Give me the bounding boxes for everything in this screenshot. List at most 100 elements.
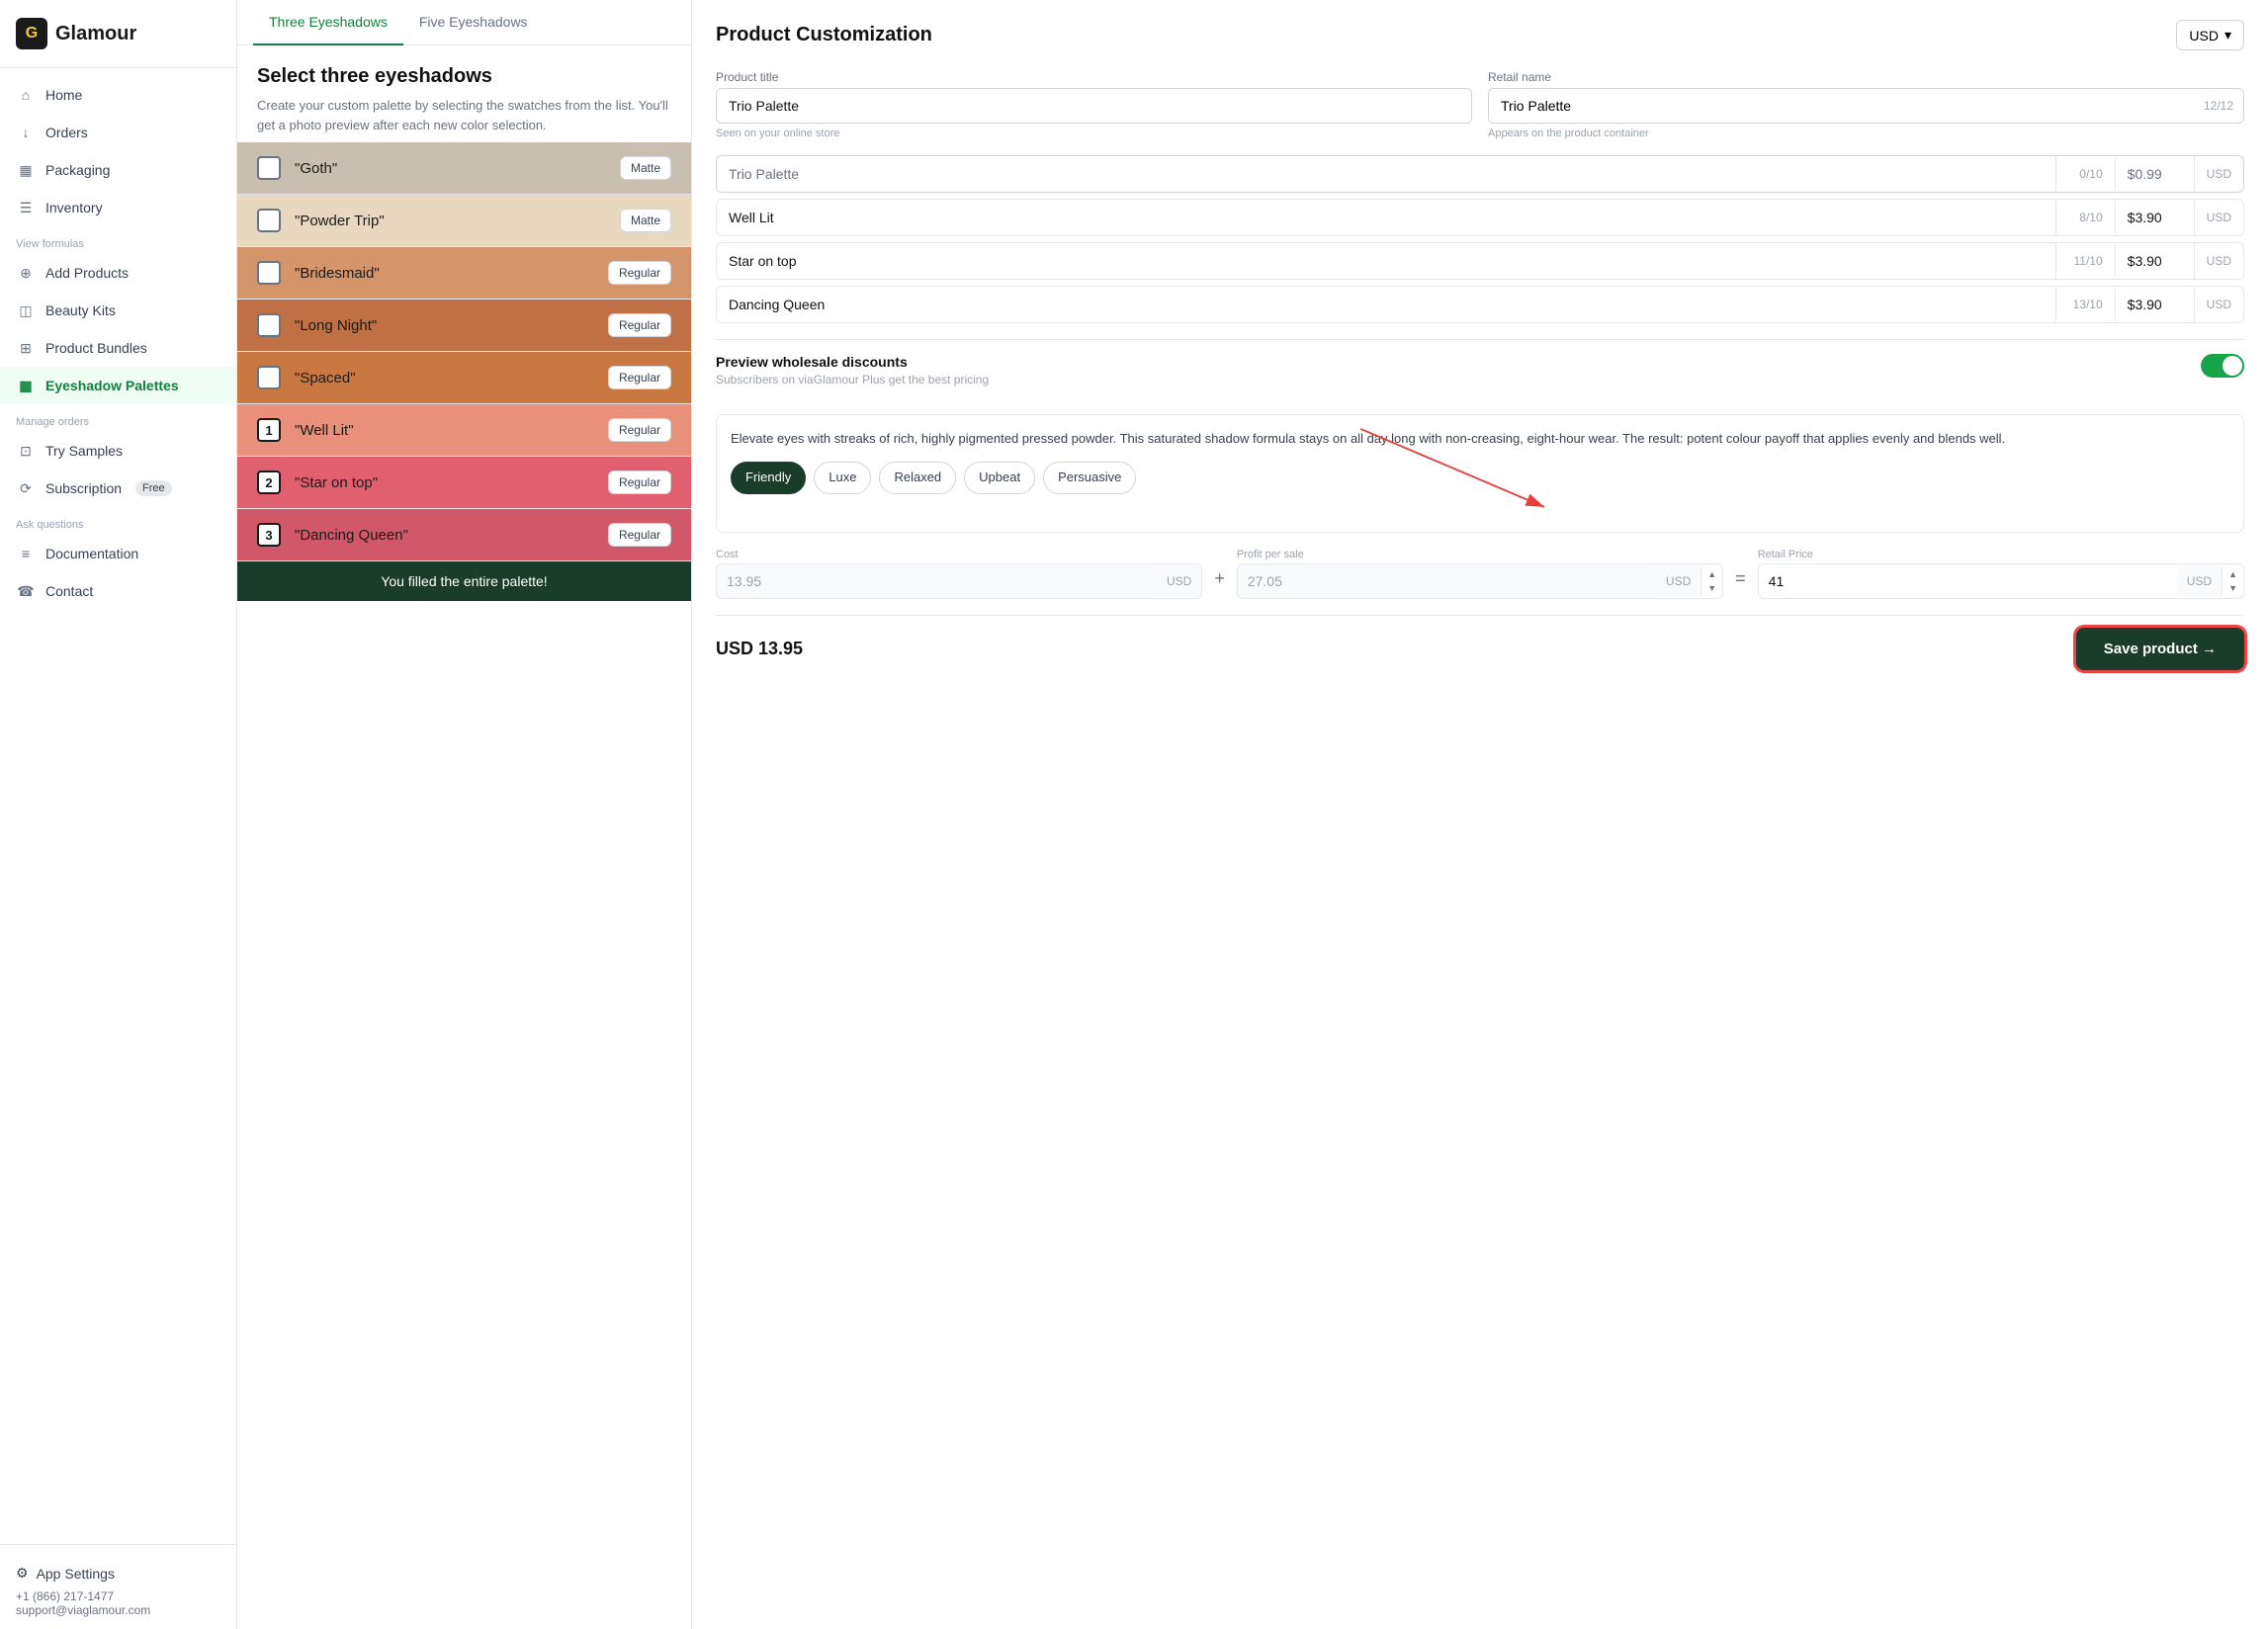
retail-currency: USD bbox=[2177, 565, 2222, 597]
sidebar-item-subscription[interactable]: ⟳ Subscription Free bbox=[0, 470, 236, 507]
retail-down-arrow[interactable]: ▼ bbox=[2226, 581, 2239, 595]
pricing-currency-2: USD bbox=[2195, 244, 2243, 278]
discount-toggle-row: Preview wholesale discounts Subscribers … bbox=[716, 339, 2244, 400]
sidebar-item-product-bundles[interactable]: ⊞ Product Bundles bbox=[0, 329, 236, 367]
description-text: Elevate eyes with streaks of rich, highl… bbox=[731, 429, 2229, 450]
shade-spaced[interactable]: "Spaced" Regular bbox=[237, 352, 691, 404]
pricing-name-2: Star on top bbox=[717, 243, 2056, 279]
shade-type-well-lit: Regular bbox=[608, 418, 671, 442]
footer-email: support@viaglamour.com bbox=[16, 1603, 220, 1617]
profit-input[interactable] bbox=[1238, 564, 1656, 598]
shade-powder-trip[interactable]: "Powder Trip" Matte bbox=[237, 195, 691, 247]
sidebar-nav: ⌂ Home ↓ Orders ▦ Packaging ☰ Inventory … bbox=[0, 68, 236, 1544]
shade-name-goth: "Goth" bbox=[295, 160, 620, 177]
shade-long-night[interactable]: "Long Night" Regular bbox=[237, 300, 691, 352]
discount-label: Preview wholesale discounts bbox=[716, 354, 989, 370]
retail-name-hint: Appears on the product container bbox=[1488, 128, 2244, 139]
retail-name-input-group: 12/12 bbox=[1488, 88, 2244, 124]
product-title-input[interactable] bbox=[716, 88, 1472, 124]
shade-well-lit[interactable]: 1 "Well Lit" Regular bbox=[237, 404, 691, 457]
retail-name-count: 12/12 bbox=[2194, 90, 2243, 122]
shade-checkbox-bridesmaid[interactable] bbox=[257, 261, 281, 285]
tone-tag-upbeat[interactable]: Upbeat bbox=[964, 462, 1035, 494]
sidebar-item-documentation[interactable]: ≡ Documentation bbox=[0, 535, 236, 572]
shade-type-goth: Matte bbox=[620, 156, 671, 180]
shade-dancing-queen[interactable]: 3 "Dancing Queen" Regular bbox=[237, 509, 691, 561]
sidebar-footer: ⚙ App Settings +1 (866) 217-1477 support… bbox=[0, 1544, 236, 1629]
shade-goth[interactable]: "Goth" Matte bbox=[237, 142, 691, 195]
tone-tag-relaxed[interactable]: Relaxed bbox=[879, 462, 956, 494]
product-title-label: Product title bbox=[716, 70, 1472, 84]
contact-icon: ☎ bbox=[16, 581, 36, 601]
shade-checkbox-star-on-top[interactable]: 2 bbox=[257, 471, 281, 494]
shade-checkbox-goth[interactable] bbox=[257, 156, 281, 180]
currency-selector[interactable]: USD ▾ bbox=[2176, 20, 2244, 50]
shade-name-spaced: "Spaced" bbox=[295, 370, 608, 386]
tab-five-eyeshadows[interactable]: Five Eyeshadows bbox=[403, 0, 544, 45]
shade-checkbox-well-lit[interactable]: 1 bbox=[257, 418, 281, 442]
shade-checkbox-dancing-queen[interactable]: 3 bbox=[257, 523, 281, 547]
profit-input-field: USD ▲ ▼ bbox=[1237, 563, 1723, 599]
plus-operator: + bbox=[1210, 568, 1229, 599]
tone-tag-friendly[interactable]: Friendly bbox=[731, 462, 806, 494]
pricing-count-1: 8/10 bbox=[2056, 201, 2116, 234]
retail-price-input[interactable] bbox=[1759, 564, 2177, 598]
pricing-row-2: Star on top 11/10 $3.90 USD bbox=[716, 242, 2244, 280]
sidebar: G Glamour ⌂ Home ↓ Orders ▦ Packaging ☰ … bbox=[0, 0, 237, 1629]
inventory-icon: ☰ bbox=[16, 198, 36, 217]
cost-row: Cost USD + Profit per sale USD ▲ ▼ = Ret… bbox=[716, 549, 2244, 599]
shade-name-dancing-queen: "Dancing Queen" bbox=[295, 527, 608, 544]
logo-text: Glamour bbox=[55, 23, 136, 45]
sidebar-item-inventory[interactable]: ☰ Inventory bbox=[0, 189, 236, 226]
retail-name-input[interactable] bbox=[1489, 89, 2194, 123]
description-box[interactable]: Elevate eyes with streaks of rich, highl… bbox=[716, 414, 2244, 533]
shade-name-long-night: "Long Night" bbox=[295, 317, 608, 334]
sidebar-item-eyeshadow-palettes[interactable]: ▦ Eyeshadow Palettes bbox=[0, 367, 236, 404]
shade-checkbox-long-night[interactable] bbox=[257, 313, 281, 337]
discount-hint: Subscribers on viaGlamour Plus get the b… bbox=[716, 373, 989, 386]
profit-down-arrow[interactable]: ▼ bbox=[1705, 581, 1718, 595]
sidebar-item-beauty-kits[interactable]: ◫ Beauty Kits bbox=[0, 292, 236, 329]
title-row: Product title Seen on your online store … bbox=[716, 70, 2244, 139]
shade-name-powder-trip: "Powder Trip" bbox=[295, 213, 620, 229]
pricing-price-2: $3.90 bbox=[2116, 243, 2195, 279]
profit-currency: USD bbox=[1656, 565, 1701, 597]
shade-checkbox-spaced[interactable] bbox=[257, 366, 281, 389]
pricing-name-0: Trio Palette bbox=[717, 156, 2056, 192]
sidebar-item-packaging[interactable]: ▦ Packaging bbox=[0, 151, 236, 189]
tab-three-eyeshadows[interactable]: Three Eyeshadows bbox=[253, 0, 403, 45]
cost-label: Cost bbox=[716, 549, 1202, 560]
tone-tags: Friendly Luxe Relaxed Upbeat Persuasive bbox=[731, 462, 2229, 494]
add-icon: ⊕ bbox=[16, 263, 36, 283]
tone-tag-luxe[interactable]: Luxe bbox=[814, 462, 871, 494]
cost-input[interactable] bbox=[717, 564, 1157, 598]
shade-bridesmaid[interactable]: "Bridesmaid" Regular bbox=[237, 247, 691, 300]
sidebar-item-try-samples[interactable]: ⊡ Try Samples bbox=[0, 432, 236, 470]
eyeshadow-list: Select three eyeshadows Create your cust… bbox=[237, 45, 691, 1629]
shade-checkbox-powder-trip[interactable] bbox=[257, 209, 281, 232]
app-settings[interactable]: ⚙ App Settings bbox=[16, 1557, 220, 1589]
shade-type-powder-trip: Matte bbox=[620, 209, 671, 232]
beauty-icon: ◫ bbox=[16, 300, 36, 320]
currency-value: USD bbox=[2189, 28, 2219, 43]
discount-toggle[interactable] bbox=[2201, 354, 2244, 378]
product-customization-panel: Product Customization USD ▾ Product titl… bbox=[692, 0, 2268, 1629]
list-description: Create your custom palette by selecting … bbox=[257, 96, 671, 134]
profit-up-arrow[interactable]: ▲ bbox=[1705, 567, 1718, 581]
shade-name-well-lit: "Well Lit" bbox=[295, 422, 608, 439]
sidebar-item-home[interactable]: ⌂ Home bbox=[0, 76, 236, 114]
usd-total: USD 13.95 bbox=[716, 639, 803, 659]
retail-price-group: Retail Price USD ▲ ▼ bbox=[1758, 549, 2244, 599]
home-icon: ⌂ bbox=[16, 85, 36, 105]
sidebar-item-add-products[interactable]: ⊕ Add Products bbox=[0, 254, 236, 292]
retail-up-arrow[interactable]: ▲ bbox=[2226, 567, 2239, 581]
logo: G Glamour bbox=[0, 0, 236, 68]
pricing-price-0: $0.99 bbox=[2116, 156, 2195, 192]
subscription-icon: ⟳ bbox=[16, 478, 36, 498]
tone-tag-persuasive[interactable]: Persuasive bbox=[1043, 462, 1136, 494]
profit-label: Profit per sale bbox=[1237, 549, 1723, 560]
sidebar-item-orders[interactable]: ↓ Orders bbox=[0, 114, 236, 151]
sidebar-item-contact[interactable]: ☎ Contact bbox=[0, 572, 236, 610]
shade-star-on-top[interactable]: 2 "Star on top" Regular bbox=[237, 457, 691, 509]
save-product-button[interactable]: Save product → bbox=[2076, 628, 2244, 670]
